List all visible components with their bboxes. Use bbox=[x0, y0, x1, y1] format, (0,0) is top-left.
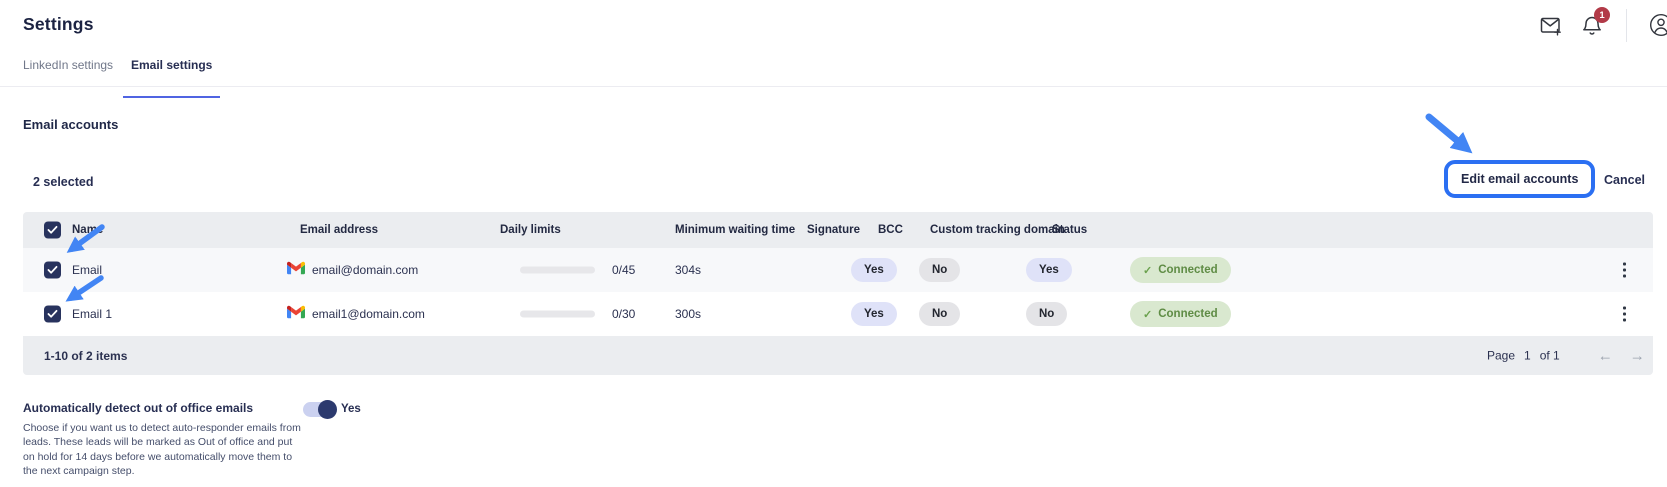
custom-tracking-badge: No bbox=[1026, 302, 1067, 326]
min-waiting-time-value: 300s bbox=[675, 307, 701, 321]
account-name: Email 1 bbox=[72, 307, 112, 321]
select-all-checkbox[interactable] bbox=[44, 222, 61, 239]
col-header-status: Status bbox=[1052, 224, 1087, 236]
col-header-signature: Signature bbox=[807, 224, 860, 236]
prev-page-arrow-icon[interactable]: ← bbox=[1598, 348, 1613, 363]
col-header-email-address: Email address bbox=[300, 224, 378, 236]
check-icon: ✓ bbox=[1143, 264, 1152, 277]
bcc-badge: No bbox=[919, 258, 960, 282]
notification-badge: 1 bbox=[1594, 7, 1610, 23]
custom-tracking-badge: Yes bbox=[1026, 258, 1072, 282]
table-header-row: Name Email address Daily limits Minimum … bbox=[23, 212, 1653, 248]
min-waiting-time-value: 304s bbox=[675, 263, 701, 277]
row-checkbox[interactable] bbox=[44, 262, 61, 279]
email-accounts-table: Name Email address Daily limits Minimum … bbox=[23, 212, 1653, 375]
row-menu-kebab-icon[interactable] bbox=[1619, 259, 1630, 282]
page-of-label: of 1 bbox=[1540, 349, 1560, 363]
col-header-bcc: BCC bbox=[878, 224, 903, 236]
ooo-toggle-label: Yes bbox=[341, 403, 361, 415]
page-label: Page bbox=[1487, 349, 1515, 363]
mail-add-icon[interactable] bbox=[1539, 14, 1563, 38]
signature-badge: Yes bbox=[851, 258, 897, 282]
ooo-setting-description: Choose if you want us to detect auto-res… bbox=[23, 421, 305, 479]
col-header-daily-limits: Daily limits bbox=[500, 224, 561, 236]
status-badge: ✓Connected bbox=[1130, 257, 1231, 283]
ooo-setting-title: Automatically detect out of office email… bbox=[23, 401, 253, 415]
col-header-name: Name bbox=[72, 224, 103, 236]
ooo-toggle[interactable] bbox=[303, 402, 336, 417]
items-range-text: 1-10 of 2 items bbox=[44, 349, 127, 363]
current-page-number[interactable]: 1 bbox=[1524, 349, 1531, 363]
account-email: email@domain.com bbox=[312, 263, 418, 277]
col-header-minimum-waiting-time: Minimum waiting time bbox=[675, 224, 795, 236]
account-email: email1@domain.com bbox=[312, 307, 425, 321]
signature-badge: Yes bbox=[851, 302, 897, 326]
tab-linkedin-settings[interactable]: LinkedIn settings bbox=[23, 58, 113, 85]
toggle-knob bbox=[318, 400, 337, 419]
edit-email-accounts-button[interactable]: Edit email accounts bbox=[1444, 160, 1595, 198]
gmail-icon bbox=[287, 305, 305, 324]
tab-email-settings[interactable]: Email settings bbox=[123, 58, 220, 98]
email-accounts-heading: Email accounts bbox=[23, 117, 118, 132]
daily-limit-value: 0/45 bbox=[612, 263, 635, 277]
pagination: Page 1 of 1 ← → bbox=[1487, 348, 1645, 363]
topbar-divider bbox=[1626, 9, 1627, 42]
col-header-custom-tracking-domain: Custom tracking domain bbox=[930, 224, 1065, 236]
account-name: Email bbox=[72, 263, 102, 277]
status-badge: ✓Connected bbox=[1130, 301, 1231, 327]
table-row: Email 1 email1@domain.com 0/30 300s Yes … bbox=[23, 292, 1653, 336]
arrow-to-edit-button-icon bbox=[1429, 117, 1466, 148]
daily-limit-value: 0/30 bbox=[612, 307, 635, 321]
cancel-button[interactable]: Cancel bbox=[1604, 173, 1645, 187]
settings-tabbar: LinkedIn settings Email settings bbox=[0, 58, 1667, 87]
profile-icon[interactable] bbox=[1649, 13, 1667, 37]
page-title: Settings bbox=[23, 14, 94, 35]
daily-limit-progressbar bbox=[520, 311, 595, 318]
bcc-badge: No bbox=[919, 302, 960, 326]
selected-count: 2 selected bbox=[33, 175, 93, 189]
row-menu-kebab-icon[interactable] bbox=[1619, 303, 1630, 326]
table-footer: 1-10 of 2 items Page 1 of 1 ← → bbox=[23, 336, 1653, 375]
table-row: Email email@domain.com 0/45 304s Yes No … bbox=[23, 248, 1653, 292]
daily-limit-progressbar bbox=[520, 267, 595, 274]
check-icon: ✓ bbox=[1143, 308, 1152, 321]
row-checkbox[interactable] bbox=[44, 306, 61, 323]
settings-page: Settings 1 LinkedIn settings Email setti… bbox=[0, 0, 1667, 487]
gmail-icon bbox=[287, 261, 305, 280]
next-page-arrow-icon[interactable]: → bbox=[1630, 348, 1645, 363]
